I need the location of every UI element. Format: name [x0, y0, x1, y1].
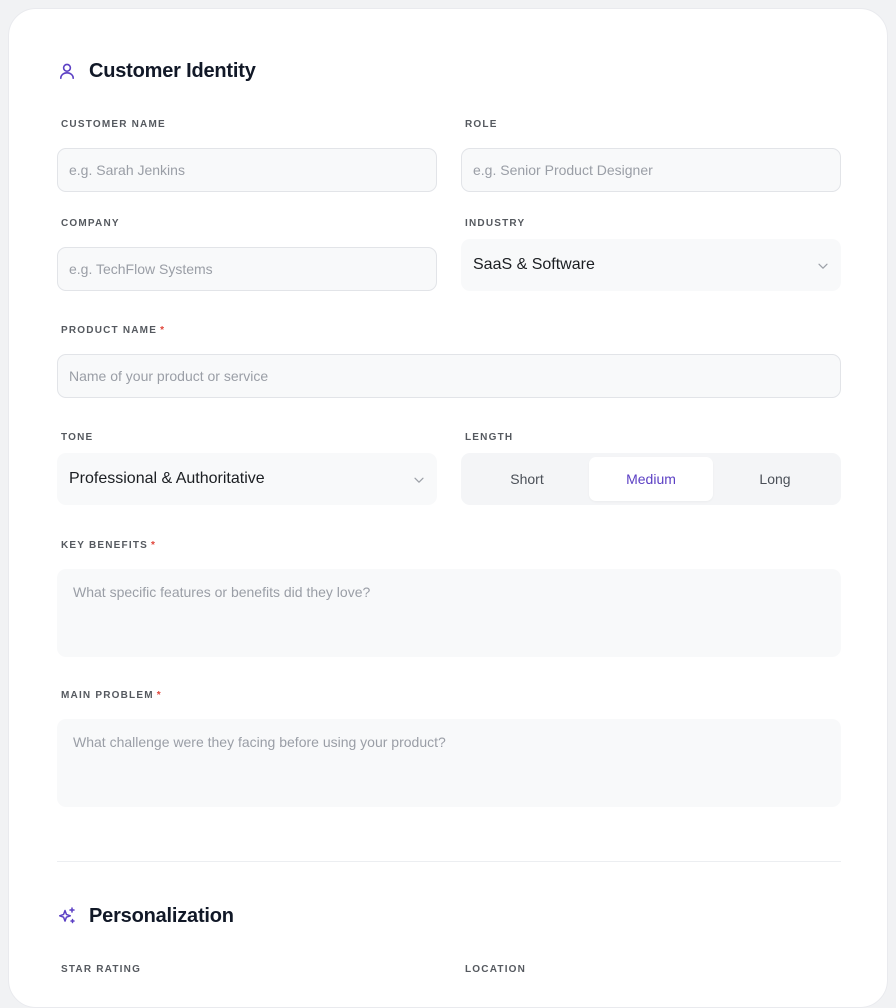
section-header-identity: Customer Identity: [57, 57, 256, 85]
sparkles-icon: [57, 906, 77, 926]
tone-select[interactable]: Professional & Authoritative: [57, 453, 437, 505]
tone-label: TONE: [61, 432, 94, 443]
star-rating-label: STAR RATING: [61, 964, 142, 975]
main-problem-textarea[interactable]: [57, 719, 841, 807]
length-option-long[interactable]: Long: [713, 457, 837, 501]
section-divider: [57, 861, 841, 862]
section-title-personalization: Personalization: [89, 904, 234, 927]
user-icon: [57, 61, 77, 81]
product-name-label-text: PRODUCT NAME: [61, 325, 158, 336]
customer-name-input[interactable]: [57, 148, 437, 192]
chevron-down-icon: [413, 473, 425, 485]
length-option-short[interactable]: Short: [465, 457, 589, 501]
length-option-medium[interactable]: Medium: [589, 457, 713, 501]
key-benefits-textarea[interactable]: [57, 569, 841, 657]
chevron-down-icon: [817, 259, 829, 271]
industry-selected-value: SaaS & Software: [473, 256, 595, 273]
required-marker: *: [151, 540, 157, 551]
location-label: LOCATION: [465, 964, 527, 975]
form-card: Customer Identity CUSTOMER NAME ROLE COM…: [8, 8, 888, 1008]
industry-label: INDUSTRY: [465, 218, 526, 229]
product-name-label: PRODUCT NAME *: [61, 325, 165, 336]
company-label: COMPANY: [61, 218, 120, 229]
main-problem-label-text: MAIN PROBLEM: [61, 690, 154, 701]
required-marker: *: [156, 690, 162, 701]
role-input[interactable]: [461, 148, 841, 192]
customer-name-label: CUSTOMER NAME: [61, 119, 166, 130]
key-benefits-label-text: KEY BENEFITS: [61, 540, 149, 551]
length-segmented-control: Short Medium Long: [461, 453, 841, 505]
key-benefits-label: KEY BENEFITS *: [61, 540, 156, 551]
industry-select[interactable]: SaaS & Software: [461, 239, 841, 291]
section-title-identity: Customer Identity: [89, 59, 256, 82]
length-label: LENGTH: [465, 432, 514, 443]
section-header-personalization: Personalization: [57, 902, 234, 930]
role-label: ROLE: [465, 119, 498, 130]
company-input[interactable]: [57, 247, 437, 291]
tone-selected-value: Professional & Authoritative: [69, 470, 265, 487]
main-problem-label: MAIN PROBLEM *: [61, 690, 162, 701]
product-name-input[interactable]: [57, 354, 841, 398]
required-marker: *: [160, 325, 166, 336]
